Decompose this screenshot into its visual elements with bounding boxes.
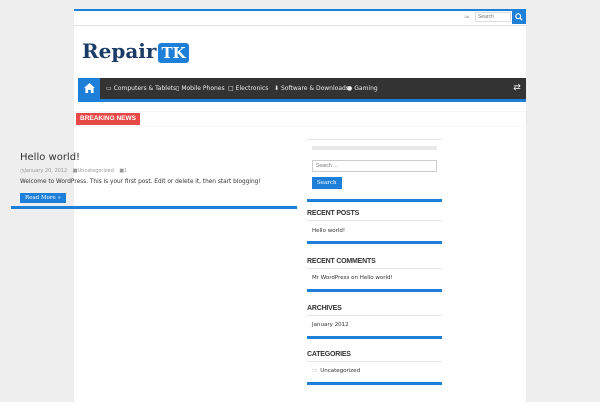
- widget-link[interactable]: Hello world!: [312, 228, 345, 234]
- download-icon: ⬇: [274, 85, 280, 92]
- breaking-news-label: BREAKING NEWS: [76, 113, 140, 125]
- site-logo[interactable]: Repair TK: [82, 39, 189, 65]
- divider: [307, 220, 442, 221]
- shuffle-icon[interactable]: ⇄: [508, 78, 526, 99]
- widget-title: Archives: [307, 305, 342, 312]
- post-comment-count[interactable]: 1: [124, 168, 127, 174]
- widget-link[interactable]: ▭ Uncategorized: [312, 368, 360, 374]
- post-title[interactable]: Hello world!: [20, 152, 80, 163]
- sidebar-search-widget: Search: [307, 139, 442, 202]
- widget-recent-posts: Recent Posts Hello world!: [307, 210, 442, 244]
- post-card: Hello world! ◷January 20, 2012 ■Uncatego…: [11, 140, 297, 209]
- widget-title: Recent Posts: [307, 210, 360, 217]
- widget-title: Recent Comments: [307, 258, 376, 265]
- sidebar-search-button[interactable]: Search: [312, 177, 342, 189]
- nav-item-mobile[interactable]: ▯ Mobile Phones: [176, 78, 225, 99]
- divider: [307, 315, 442, 316]
- logo-badge: TK: [158, 42, 189, 63]
- laptop-icon: ▭: [106, 85, 112, 92]
- logo-text: Repair: [82, 39, 157, 63]
- post-meta: ◷January 20, 2012 ■Uncategorized ■1: [20, 168, 131, 174]
- top-search-input[interactable]: [475, 12, 511, 22]
- gamepad-icon: ●: [347, 85, 353, 92]
- rss-icon[interactable]: ≈: [464, 13, 470, 21]
- nav-item-software[interactable]: ⬇ Software & Downloads: [274, 78, 349, 99]
- widget-categories: Categories ▭ Uncategorized: [307, 351, 442, 385]
- folder-icon: ▭: [312, 368, 318, 374]
- main-nav: ▭ Computers & Tablets ▯ Mobile Phones □ Ele…: [78, 78, 526, 102]
- mobile-icon: ▯: [176, 85, 180, 92]
- nav-item-gaming[interactable]: ● Gaming: [347, 78, 378, 99]
- read-more-button[interactable]: Read More »: [20, 193, 66, 203]
- widget-archives: Archives January 2012: [307, 305, 442, 339]
- divider: [307, 268, 442, 269]
- widget-link[interactable]: January 2012: [312, 322, 349, 328]
- widget-recent-comments: Recent Comments Mr WordPress on Hello wo…: [307, 258, 442, 292]
- topbar: ≈: [74, 11, 526, 26]
- breaking-news-bar: BREAKING NEWS: [74, 112, 526, 126]
- post-date: January 20, 2012: [24, 168, 68, 174]
- search-icon[interactable]: [512, 11, 526, 24]
- divider: [307, 361, 442, 362]
- widget-title: Categories: [307, 351, 351, 358]
- nav-item-computers[interactable]: ▭ Computers & Tablets: [106, 78, 176, 99]
- widget-header-bar: [312, 146, 437, 150]
- nav-item-electronics[interactable]: □ Electronics: [228, 78, 268, 99]
- widget-link[interactable]: Mr WordPress on Hello world!: [312, 275, 393, 281]
- monitor-icon: □: [228, 85, 234, 92]
- sidebar-search-input[interactable]: [312, 160, 437, 172]
- post-excerpt: Welcome to WordPress. This is your first…: [20, 179, 261, 185]
- post-category[interactable]: Uncategorized: [78, 168, 114, 174]
- home-icon[interactable]: [78, 78, 100, 99]
